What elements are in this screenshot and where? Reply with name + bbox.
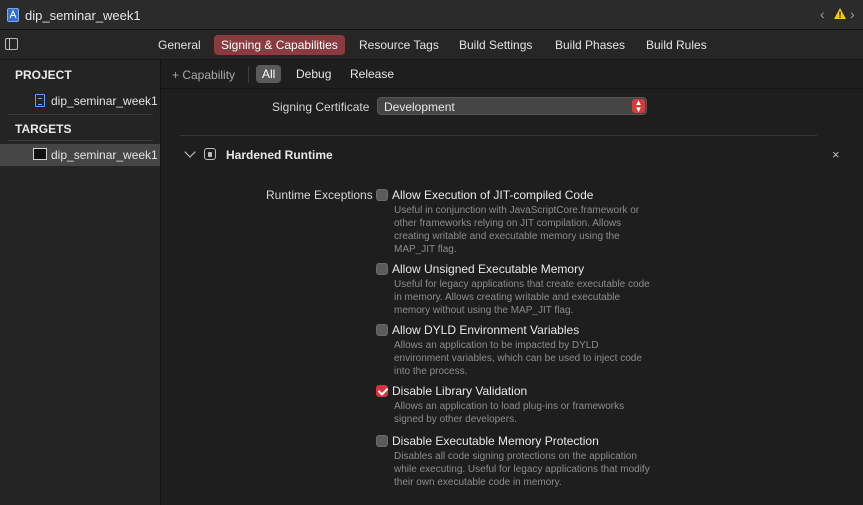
signing-certificate-label: Signing Certificate — [272, 100, 370, 114]
signing-certificate-value: Development — [384, 100, 455, 114]
signing-certificate-select[interactable]: Development ▲ ▼ — [377, 97, 647, 115]
configuration-bar: + Capability All Debug Release — [161, 60, 863, 89]
sidebar-item-label: dip_seminar_week1 — [51, 94, 158, 108]
sidebar-item-project[interactable]: dip_seminar_week1 — [0, 90, 160, 112]
tab-general[interactable]: General — [151, 35, 208, 55]
config-divider — [248, 66, 249, 83]
exception-description: Useful for legacy applications that crea… — [394, 279, 650, 316]
chevron-down-icon[interactable] — [184, 146, 196, 158]
sidebar-item-target[interactable]: dip_seminar_week1 — [0, 144, 160, 166]
exception-description: Allows an application to load plug-ins o… — [394, 401, 625, 425]
sidebar-divider — [8, 114, 153, 115]
warning-icon[interactable] — [833, 7, 847, 20]
exception-checkbox[interactable] — [376, 189, 388, 201]
config-all[interactable]: All — [256, 65, 282, 83]
exception-description: Disables all code signing protections on… — [394, 451, 650, 488]
exception-description: Useful in conjunction with JavaScriptCor… — [394, 205, 640, 255]
tab-signing-capabilities[interactable]: Signing & Capabilities — [214, 35, 345, 55]
tab-build-phases[interactable]: Build Phases — [548, 35, 632, 55]
project-sidebar: PROJECT dip_seminar_week1 TARGETS dip_se… — [0, 60, 161, 505]
exception-title[interactable]: Allow Execution of JIT-compiled Code — [392, 188, 593, 202]
app-target-icon — [33, 148, 47, 160]
sidebar-toggle-icon[interactable] — [5, 38, 18, 50]
exception-description: Allows an application to be impacted by … — [394, 340, 642, 377]
window-title: dip_seminar_week1 — [25, 8, 141, 23]
project-file-icon — [35, 94, 45, 107]
add-capability-button[interactable]: + Capability — [172, 68, 235, 82]
exception-checkbox[interactable] — [376, 435, 388, 447]
exception-checkbox-checked[interactable] — [376, 385, 388, 397]
tab-build-rules[interactable]: Build Rules — [639, 35, 714, 55]
exception-checkbox[interactable] — [376, 324, 388, 336]
editor-tab-bar: General Signing & Capabilities Resource … — [0, 30, 863, 60]
lock-icon — [204, 148, 216, 160]
config-release[interactable]: Release — [344, 65, 400, 83]
exception-checkbox[interactable] — [376, 263, 388, 275]
remove-capability-close-icon[interactable]: × — [832, 147, 840, 162]
project-header: PROJECT — [15, 68, 72, 82]
runtime-exceptions-label: Runtime Exceptions — [266, 188, 373, 202]
hardened-runtime-title: Hardened Runtime — [226, 148, 333, 162]
xcode-project-icon — [7, 8, 19, 22]
sidebar-divider — [8, 140, 153, 141]
exception-title[interactable]: Allow Unsigned Executable Memory — [392, 262, 584, 276]
exception-title[interactable]: Allow DYLD Environment Variables — [392, 323, 579, 337]
exception-title[interactable]: Disable Executable Memory Protection — [392, 434, 599, 448]
popup-stepper-icon: ▲ ▼ — [632, 99, 645, 114]
section-divider — [180, 135, 817, 136]
config-debug[interactable]: Debug — [290, 65, 337, 83]
signing-capabilities-editor: + Capability All Debug Release Signing C… — [161, 60, 863, 505]
exception-title[interactable]: Disable Library Validation — [392, 384, 527, 398]
window-titlebar: dip_seminar_week1 ‹ › — [0, 0, 863, 30]
tab-resource-tags[interactable]: Resource Tags — [352, 35, 446, 55]
nav-back-icon[interactable]: ‹ — [820, 6, 825, 22]
nav-forward-icon[interactable]: › — [850, 6, 855, 22]
sidebar-item-label: dip_seminar_week1 — [51, 148, 158, 162]
targets-header: TARGETS — [15, 122, 72, 136]
tab-build-settings[interactable]: Build Settings — [452, 35, 539, 55]
